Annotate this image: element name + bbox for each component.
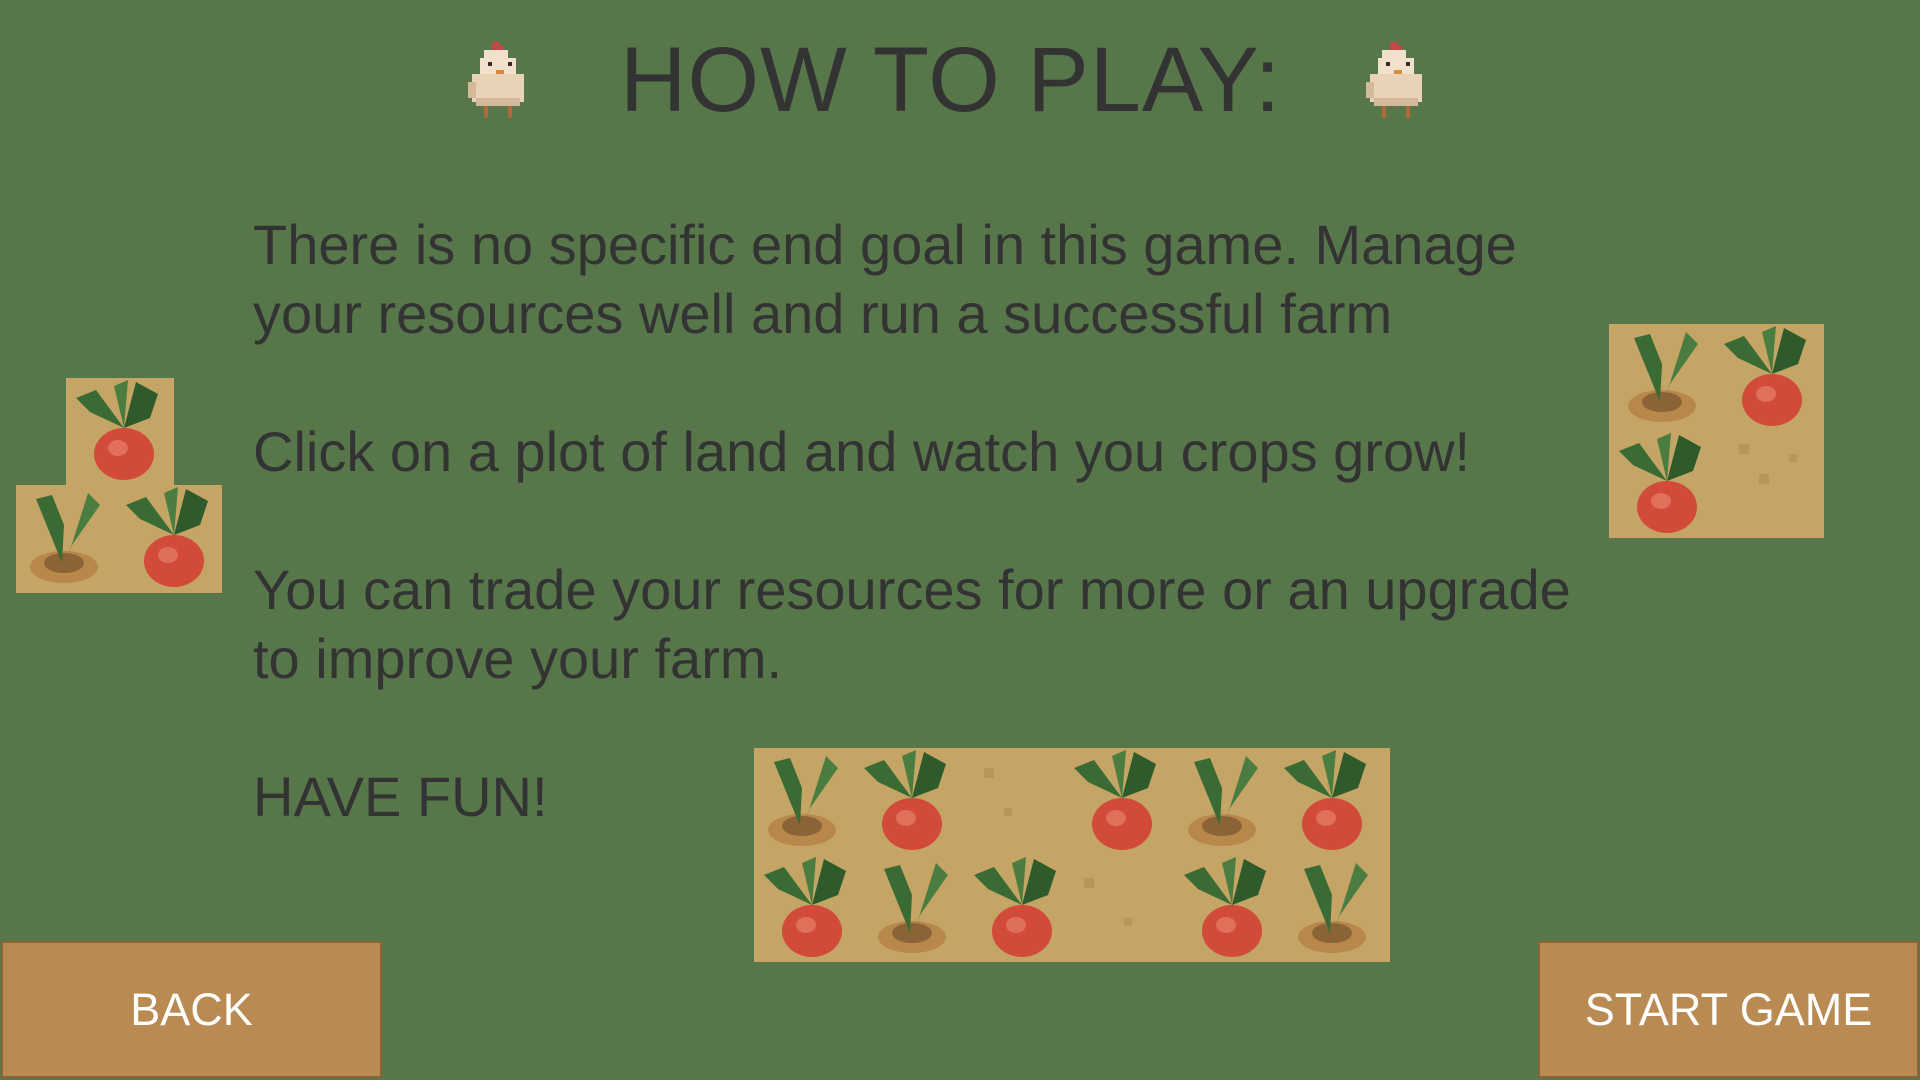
back-button[interactable]: BACK [1,941,382,1078]
start-game-button[interactable]: START GAME [1538,941,1919,1078]
chicken-icon-left [460,38,540,122]
how-to-play-screen: HOW TO PLAY: There is no specific end go… [0,0,1920,1080]
chicken-icon-right [1358,38,1438,122]
back-button-label: BACK [130,983,253,1035]
start-game-button-label: START GAME [1584,983,1873,1035]
crop-patch-right [1609,324,1824,538]
goal-text-line-1: There is no specific end goal in this ga… [253,213,1517,276]
have-fun-text: HAVE FUN! [253,765,548,828]
trade-text-line-2: to improve your farm. [253,627,783,690]
click-plot-text: Click on a plot of land and watch you cr… [253,420,1471,483]
trade-text-line-1: You can trade your resources for more or… [253,558,1571,621]
crop-patch-left [16,378,222,593]
goal-text-line-2: your resources well and run a successful… [253,282,1393,345]
page-title: HOW TO PLAY: [620,29,1282,131]
crop-patch-bottom [754,748,1390,962]
